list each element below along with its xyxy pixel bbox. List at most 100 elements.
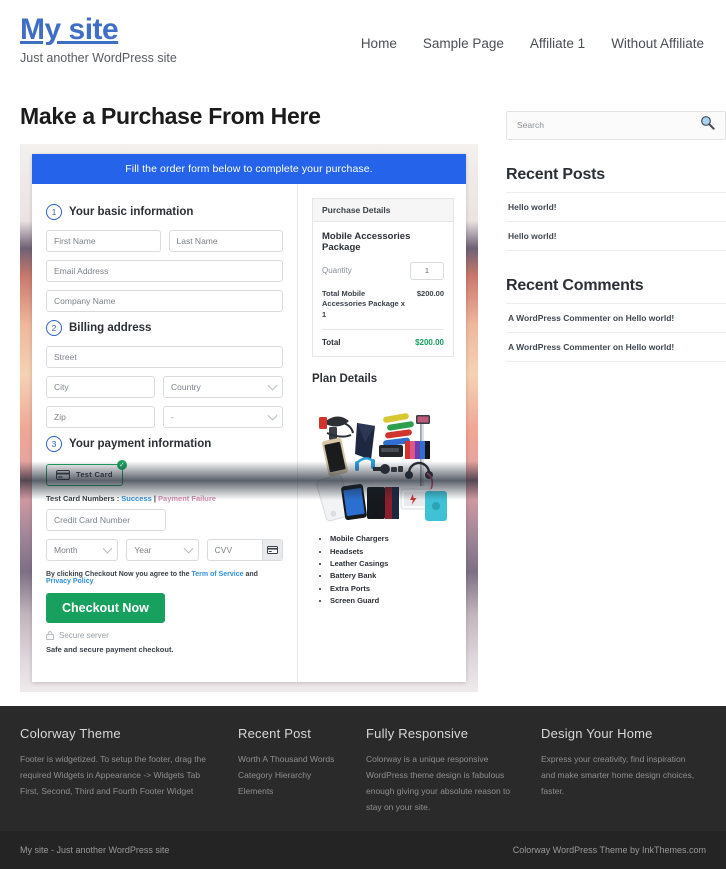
- form-banner: Fill the order form below to complete yo…: [32, 153, 466, 184]
- nav-item-affiliate-1[interactable]: Affiliate 1: [530, 36, 585, 51]
- country-select[interactable]: Country: [163, 375, 283, 398]
- state-select-value: -: [171, 411, 174, 422]
- recent-posts-list: Hello world! Hello world!: [506, 191, 726, 251]
- plan-feature-item: Headsets: [330, 546, 454, 558]
- cvv-input[interactable]: CVV: [206, 538, 283, 561]
- line-item-amount: $200.00: [416, 288, 444, 298]
- company-row: Company Name: [46, 289, 283, 312]
- site-description: Just another WordPress site: [20, 50, 177, 65]
- first-name-input[interactable]: First Name: [46, 229, 161, 252]
- footer-recent-post-item[interactable]: Worth A Thousand Words: [238, 751, 348, 767]
- search-input[interactable]: Search: [517, 120, 544, 130]
- page-root: My site Just another WordPress site Home…: [0, 0, 726, 869]
- safe-checkout-note: Safe and secure payment checkout.: [46, 644, 174, 654]
- name-row: First Name Last Name: [46, 229, 283, 252]
- form-body: 1 Your basic information First Name Last…: [32, 183, 466, 682]
- recent-posts-heading: Recent Posts: [506, 165, 605, 183]
- step-billing-address: 2 Billing address: [46, 319, 283, 336]
- footer-recent-post-item[interactable]: Category Hierarchy: [238, 767, 348, 783]
- terms-and: and: [243, 570, 258, 578]
- footer-recent-post-list: Worth A Thousand Words Category Hierarch…: [238, 751, 348, 799]
- purchase-details-box: Purchase Details Mobile Accessories Pack…: [312, 197, 454, 358]
- check-icon: ✓: [116, 459, 127, 470]
- purchase-details-body: Mobile Accessories Package Quantity 1 To…: [313, 222, 453, 357]
- email-input[interactable]: Email Address: [46, 259, 283, 282]
- zip-input[interactable]: Zip: [46, 405, 155, 428]
- total-label: Total: [322, 338, 341, 348]
- recent-post-item[interactable]: Hello world!: [506, 193, 726, 222]
- checkout-now-button[interactable]: Checkout Now: [46, 592, 165, 623]
- credit-card-row: Credit Card Number: [46, 508, 283, 531]
- secure-server-label: Secure server: [59, 630, 109, 640]
- chevron-down-icon: [267, 410, 278, 421]
- expiry-month-select[interactable]: Month: [46, 538, 119, 561]
- company-input[interactable]: Company Name: [46, 289, 283, 312]
- plan-details-image: [312, 393, 454, 524]
- recent-comment-item[interactable]: A WordPress Commenter on Hello world!: [506, 333, 726, 362]
- city-input[interactable]: City: [46, 375, 155, 398]
- last-name-input[interactable]: Last Name: [168, 229, 283, 252]
- cvv-help-button[interactable]: [261, 539, 282, 560]
- test-card-numbers-prefix: Test Card Numbers :: [46, 493, 122, 503]
- footer-column-fully-responsive: Fully Responsive Colorway is a unique re…: [366, 726, 531, 816]
- chevron-down-icon: [102, 543, 113, 554]
- search-widget[interactable]: Search: [506, 110, 726, 140]
- recent-comments-list: A WordPress Commenter on Hello world! A …: [506, 302, 726, 362]
- step-2-label: Billing address: [69, 321, 152, 334]
- footer-text: Colorway is a unique responsive WordPres…: [366, 753, 511, 812]
- main-column: Make a Purchase From Here Fill the order…: [20, 103, 480, 692]
- footer-text: Footer is widgetized. To setup the foote…: [20, 753, 207, 796]
- line-item-label: Total Mobile Accessories Package x 1: [322, 288, 405, 320]
- line-item-row: Total Mobile Accessories Package x 1 $20…: [322, 289, 444, 322]
- purchase-details-heading: Purchase Details: [313, 198, 453, 222]
- nav-item-home[interactable]: Home: [361, 36, 397, 51]
- state-select[interactable]: -: [163, 405, 283, 428]
- recent-comment-item[interactable]: A WordPress Commenter on Hello world!: [506, 304, 726, 333]
- test-card-failure-link[interactable]: Payment Failure: [158, 494, 216, 503]
- test-card-label: Test Card: [76, 470, 113, 479]
- privacy-policy-link[interactable]: Privacy Policy: [46, 578, 93, 585]
- total-row: Total $200.00: [322, 338, 444, 347]
- card-back-icon: [266, 545, 278, 554]
- chevron-down-icon: [267, 380, 278, 391]
- expiry-cvv-row: Month Year CVV: [46, 538, 283, 561]
- footer-heading: Colorway Theme: [20, 725, 121, 741]
- site-branding: My site Just another WordPress site: [20, 14, 177, 65]
- nav-item-sample-page[interactable]: Sample Page: [423, 36, 504, 51]
- footer-recent-post-item[interactable]: Elements: [238, 783, 348, 799]
- footer-text: Express your creativity, find inspiratio…: [541, 753, 695, 796]
- primary-navigation: Home Sample Page Affiliate 1 Without Aff…: [361, 36, 706, 51]
- plan-feature-item: Leather Casings: [330, 558, 454, 570]
- copyright-right[interactable]: Colorway WordPress Theme by InkThemes.co…: [513, 845, 706, 855]
- plan-feature-item: Screen Guard: [330, 595, 454, 607]
- secure-server-note: Secure server: [46, 631, 283, 640]
- total-amount: $200.00: [415, 338, 444, 348]
- test-card-numbers: Test Card Numbers : Success | Payment Fa…: [46, 494, 283, 503]
- credit-card-icon: [56, 469, 70, 480]
- package-title: Mobile Accessories Package: [322, 230, 411, 253]
- nav-item-without-affiliate[interactable]: Without Affiliate: [611, 36, 704, 51]
- street-input[interactable]: Street: [46, 345, 283, 368]
- step-2-number: 2: [46, 319, 62, 336]
- plan-feature-item: Mobile Chargers: [330, 533, 454, 545]
- step-1-number: 1: [46, 203, 62, 220]
- quantity-input[interactable]: 1: [410, 261, 444, 280]
- recent-comments-heading: Recent Comments: [506, 276, 644, 294]
- quantity-label: Quantity: [322, 266, 352, 275]
- credit-card-number-input[interactable]: Credit Card Number: [46, 508, 166, 531]
- recent-post-item[interactable]: Hello world!: [506, 222, 726, 251]
- terms-of-service-link[interactable]: Term of Service: [191, 571, 243, 578]
- test-card-success-link[interactable]: Success: [121, 494, 151, 503]
- terms-text: By clicking Checkout Now you agree to th…: [46, 571, 283, 585]
- site-title[interactable]: My site: [20, 14, 177, 46]
- checkout-backdrop: Fill the order form below to complete yo…: [20, 143, 478, 692]
- street-row: Street: [46, 345, 283, 368]
- test-card-option[interactable]: Test Card ✓: [46, 459, 127, 486]
- expiry-year-select[interactable]: Year: [126, 538, 199, 561]
- step-3-number: 3: [46, 435, 62, 452]
- lock-icon: [46, 630, 54, 640]
- plan-details-title: Plan Details: [312, 373, 378, 386]
- search-icon[interactable]: [700, 115, 715, 135]
- email-row: Email Address: [46, 259, 283, 282]
- footer-column-design-your-home: Design Your Home Express your creativity…: [541, 726, 706, 816]
